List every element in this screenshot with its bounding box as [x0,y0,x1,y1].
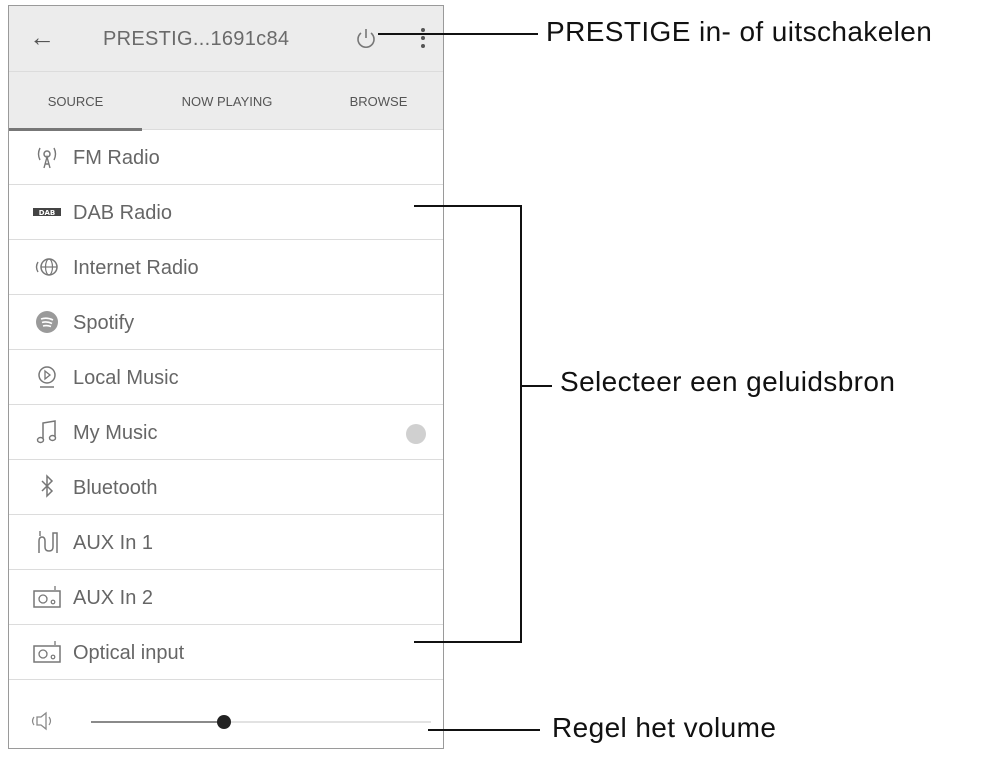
source-item-aux-in-2[interactable]: AUX In 2 [9,570,443,625]
callout-line-power [378,33,538,35]
volume-slider-knob[interactable] [216,715,231,729]
device-title: PRESTIG...1691c84 [103,28,290,50]
callout-line-source-mid [522,385,552,387]
tab-bar: SOURCE NOW PLAYING BROWSE [9,72,445,131]
source-item-optical-input[interactable]: Optical input [9,625,443,680]
source-label: Local Music [73,367,179,389]
music-note-icon [33,419,61,445]
speaker-icon[interactable] [27,710,57,732]
source-label: Optical input [73,642,185,664]
callout-volume: Regel het volume [552,712,777,743]
volume-slider-fill [91,721,224,723]
tab-browse[interactable]: BROWSE [312,72,445,130]
source-item-bluetooth[interactable]: Bluetooth [9,460,443,515]
callout-line-source-top [414,205,522,207]
source-item-fm-radio[interactable]: FM Radio [9,130,443,185]
more-options-icon[interactable] [411,24,435,54]
source-item-internet-radio[interactable]: Internet Radio [9,240,443,295]
source-list: FM Radio DAB DAB Radio Internet Radio Sp… [9,130,443,680]
bluetooth-icon [33,474,61,500]
dab-icon: DAB [33,199,61,225]
source-label: DAB Radio [73,202,172,224]
source-label: Internet Radio [73,257,199,279]
source-label: Bluetooth [73,477,158,499]
optical-device-icon [33,639,61,665]
source-label: AUX In 1 [73,532,154,554]
fm-radio-icon [33,144,61,170]
callout-line-source-bottom [414,641,522,643]
internet-radio-icon [33,254,61,280]
tab-now-playing[interactable]: NOW PLAYING [142,72,312,130]
callout-power: PRESTIGE in- of uitschakelen [546,16,933,47]
svg-text:DAB: DAB [39,209,56,217]
source-item-my-music[interactable]: My Music [9,405,443,460]
local-music-icon [33,364,61,390]
back-arrow-icon[interactable]: ← [27,22,57,52]
callout-line-volume [428,729,540,731]
volume-bar [9,696,443,748]
app-screen: ← PRESTIG...1691c84 SOURCE NOW PLAYING B… [8,5,444,749]
source-item-spotify[interactable]: Spotify [9,295,443,350]
callout-source: Selecteer een geluidsbron [560,366,896,397]
tab-source[interactable]: SOURCE [9,72,142,131]
volume-slider[interactable] [91,715,431,729]
source-item-local-music[interactable]: Local Music [9,350,443,405]
aux-cable-icon [33,529,61,555]
top-bar: ← PRESTIG...1691c84 [9,6,443,72]
callout-bracket-source [520,205,522,643]
source-item-aux-in-1[interactable]: AUX In 1 [9,515,443,570]
source-label: My Music [73,422,158,444]
source-label: FM Radio [73,147,160,169]
aux-device-icon [33,584,61,610]
source-label: Spotify [73,312,135,334]
spotify-icon [33,309,61,335]
power-icon[interactable] [353,26,379,52]
source-label: AUX In 2 [73,587,154,609]
source-item-dab-radio[interactable]: DAB DAB Radio [9,185,443,240]
status-dot [406,424,426,444]
